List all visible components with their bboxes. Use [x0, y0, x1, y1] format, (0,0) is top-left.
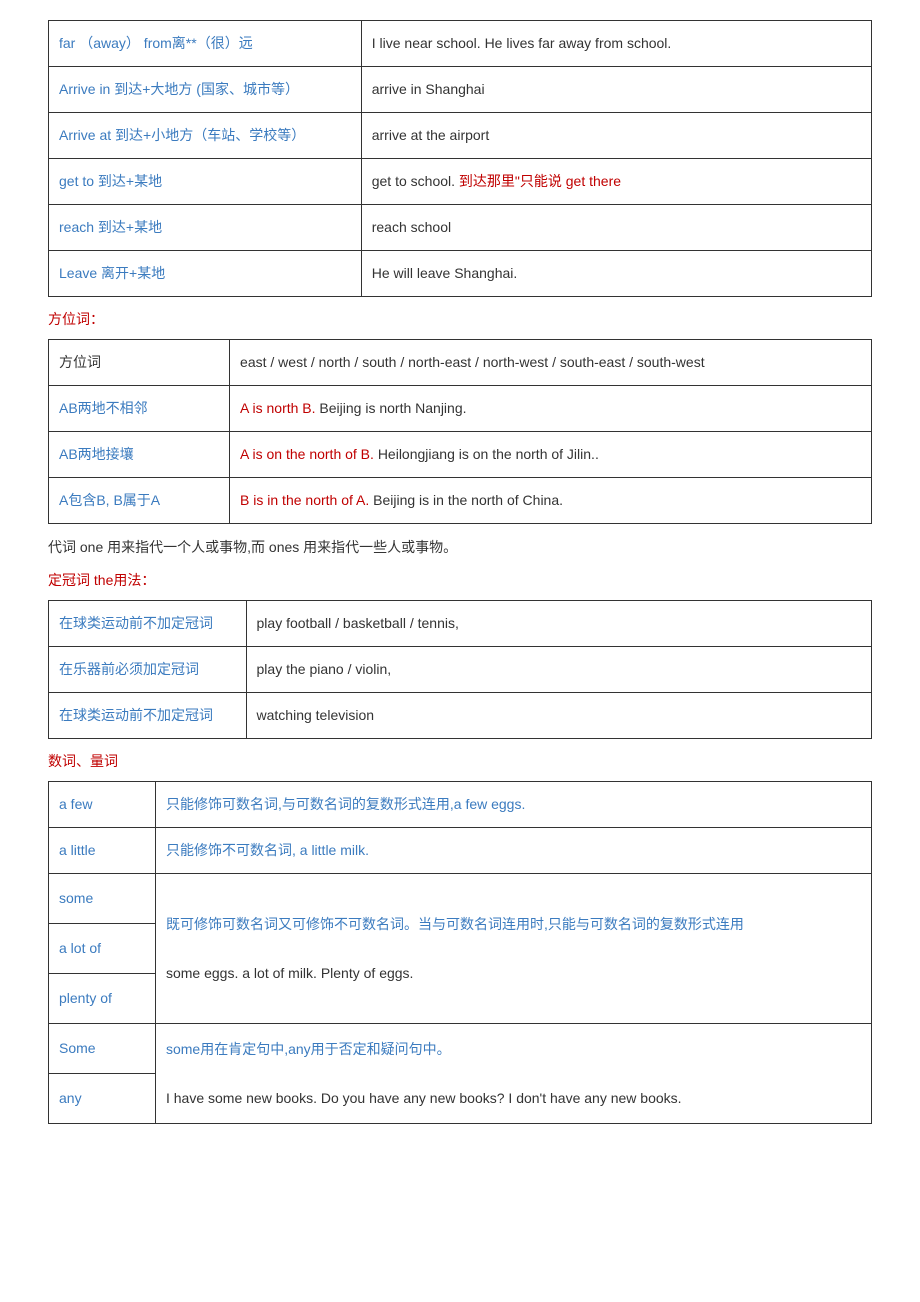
- example-cell: get to school. 到达那里"只能说 get there: [361, 159, 871, 205]
- example-cell: play football / basketball / tennis,: [246, 601, 871, 647]
- term-cell: 在球类运动前不加定冠词: [59, 707, 213, 723]
- table-row: a little 只能修饰不可数名词, a little milk.: [49, 828, 872, 874]
- term-cell: some: [59, 890, 93, 906]
- example-cell: arrive in Shanghai: [361, 67, 871, 113]
- term-cell: AB两地不相邻: [59, 400, 148, 416]
- term-cell: plenty of: [59, 990, 112, 1006]
- example-cell: east / west / north / south / north-east…: [230, 340, 872, 386]
- table-row: Arrive in 到达+大地方 (国家、城市等） arrive in Shan…: [49, 67, 872, 113]
- table-row: Some some用在肯定句中,any用于否定和疑问句中。 I have som…: [49, 1024, 872, 1074]
- example-cell: A is on the north of B. Heilongjiang is …: [230, 432, 872, 478]
- term-cell: Some: [59, 1040, 96, 1056]
- example-cell: B is in the north of A. Beijing is in th…: [230, 478, 872, 524]
- example-cell: watching television: [246, 693, 871, 739]
- table-row: 在球类运动前不加定冠词 play football / basketball /…: [49, 601, 872, 647]
- term-cell: Arrive in 到达+大地方 (国家、城市等）: [59, 81, 299, 97]
- term-cell: A包含B, B属于A: [59, 492, 160, 508]
- table-quantifier: a few 只能修饰可数名词,与可数名词的复数形式连用,a few eggs. …: [48, 781, 872, 1124]
- term-cell: a lot of: [59, 940, 101, 956]
- table-article: 在球类运动前不加定冠词 play football / basketball /…: [48, 600, 872, 739]
- table-row: a few 只能修饰可数名词,与可数名词的复数形式连用,a few eggs.: [49, 782, 872, 828]
- term-cell: a few: [59, 796, 92, 812]
- table-row: AB两地接壤 A is on the north of B. Heilongji…: [49, 432, 872, 478]
- term-cell: a little: [59, 842, 96, 858]
- term-cell: reach 到达+某地: [59, 219, 162, 235]
- term-cell: 在乐器前必须加定冠词: [59, 661, 199, 677]
- example-cell: He will leave Shanghai.: [361, 251, 871, 297]
- example-cell: 只能修饰不可数名词, a little milk.: [166, 842, 369, 858]
- table-row: far （away） from离**（很）远 I live near schoo…: [49, 21, 872, 67]
- term-cell: AB两地接壤: [59, 446, 134, 462]
- term-cell: 方位词: [49, 340, 230, 386]
- example-cell: I live near school. He lives far away fr…: [361, 21, 871, 67]
- example-cell: some用在肯定句中,any用于否定和疑问句中。 I have some new…: [155, 1024, 871, 1124]
- section-header-article: 定冠词 the用法：: [48, 570, 872, 590]
- example-cell: reach school: [361, 205, 871, 251]
- table-row: Leave 离开+某地 He will leave Shanghai.: [49, 251, 872, 297]
- example-cell: 只能修饰可数名词,与可数名词的复数形式连用,a few eggs.: [166, 796, 525, 812]
- term-cell: get to 到达+某地: [59, 173, 162, 189]
- table-row: 方位词 east / west / north / south / north-…: [49, 340, 872, 386]
- paragraph-pronoun: 代词 one 用来指代一个人或事物,而 ones 用来指代一些人或事物。: [48, 536, 872, 558]
- table-arrive-verbs: far （away） from离**（很）远 I live near schoo…: [48, 20, 872, 297]
- example-cell: 既可修饰可数名词又可修饰不可数名词。当与可数名词连用时,只能与可数名词的复数形式…: [155, 874, 871, 1024]
- table-row: AB两地不相邻 A is north B. Beijing is north N…: [49, 386, 872, 432]
- term-cell: 在球类运动前不加定冠词: [59, 615, 213, 631]
- table-row: reach 到达+某地 reach school: [49, 205, 872, 251]
- term-cell: Leave 离开+某地: [59, 265, 165, 281]
- section-header-directions: 方位词：: [48, 309, 872, 329]
- table-directions: 方位词 east / west / north / south / north-…: [48, 339, 872, 524]
- term-cell: Arrive at 到达+小地方（车站、学校等）: [59, 127, 305, 143]
- table-row: some 既可修饰可数名词又可修饰不可数名词。当与可数名词连用时,只能与可数名词…: [49, 874, 872, 924]
- term-cell: far （away） from离**（很）远: [59, 35, 253, 51]
- example-cell: play the piano / violin,: [246, 647, 871, 693]
- section-header-quantifier: 数词、量词: [48, 751, 872, 771]
- table-row: get to 到达+某地 get to school. 到达那里"只能说 get…: [49, 159, 872, 205]
- term-cell: any: [59, 1090, 82, 1106]
- table-row: A包含B, B属于A B is in the north of A. Beiji…: [49, 478, 872, 524]
- table-row: Arrive at 到达+小地方（车站、学校等） arrive at the a…: [49, 113, 872, 159]
- example-cell: arrive at the airport: [361, 113, 871, 159]
- table-row: 在球类运动前不加定冠词 watching television: [49, 693, 872, 739]
- example-cell: A is north B. Beijing is north Nanjing.: [230, 386, 872, 432]
- table-row: 在乐器前必须加定冠词 play the piano / violin,: [49, 647, 872, 693]
